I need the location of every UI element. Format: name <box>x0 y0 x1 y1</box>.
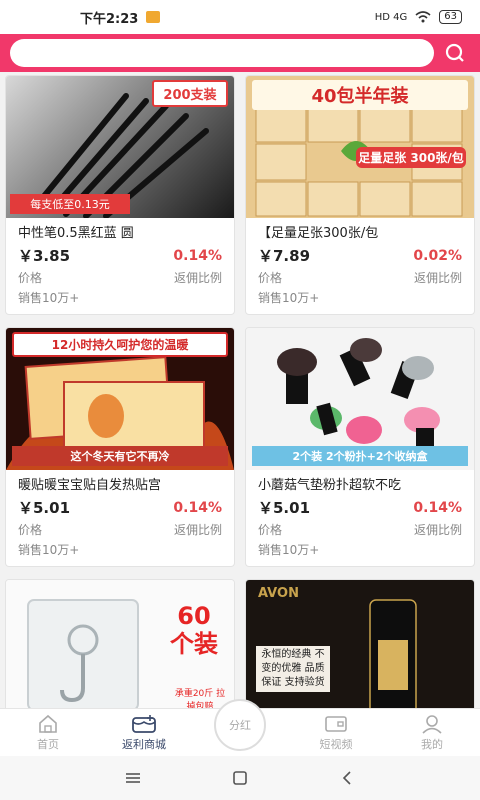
tab-profile[interactable]: 我的 <box>384 709 480 756</box>
product-card[interactable]: 12小时持久呵护您的温暖 这个冬天有它不再冷 暖贴暖宝宝贴自发热贴宫 ￥5.01… <box>5 327 235 567</box>
sales-count: 销售10万+ <box>258 291 320 305</box>
tab-rebate-mall[interactable]: 返利商城 <box>96 709 192 756</box>
video-icon <box>325 715 347 732</box>
product-price: ￥7.89 <box>258 247 311 265</box>
tab-short-video[interactable]: 短视频 <box>288 709 384 756</box>
price-label: 价格 <box>258 523 283 537</box>
product-title: 中性笔0.5黑红蓝 圆 <box>18 226 134 241</box>
home-icon <box>39 714 57 733</box>
image-badge: 40包半年装 <box>252 80 468 110</box>
product-image-heat-patch: 12小时持久呵护您的温暖 这个冬天有它不再冷 <box>6 328 234 470</box>
rate-label: 返佣比例 <box>413 271 462 285</box>
product-card[interactable]: 2个装 2个粉扑+2个收纳盒 小蘑菇气垫粉扑超软不吃 ￥5.01 0.14% 价… <box>245 327 475 567</box>
price-label: 价格 <box>18 523 43 537</box>
sales-count: 销售10万+ <box>18 291 80 305</box>
price-label: 价格 <box>18 271 43 285</box>
product-grid: 200支装 每支低至0.13元 中性笔0.5黑红蓝 圆 ￥3.85 0.14% … <box>0 72 480 708</box>
image-caption: 足量足张 300张/包 <box>356 147 466 168</box>
product-card[interactable]: 200支装 每支低至0.13元 中性笔0.5黑红蓝 圆 ￥3.85 0.14% … <box>5 75 235 315</box>
sales-count: 销售10万+ <box>258 543 320 557</box>
product-image-hooks: 60个装 承重20斤 拉掉包赔 <box>6 580 234 708</box>
product-image-pens: 200支装 每支低至0.13元 <box>6 76 234 218</box>
commission-rate: 0.14% <box>173 499 222 516</box>
tab-profile-label: 我的 <box>421 737 443 751</box>
search-button[interactable] <box>440 38 470 68</box>
recent-apps-button[interactable] <box>118 763 148 793</box>
back-button[interactable] <box>332 763 362 793</box>
menu-icon <box>126 773 141 783</box>
product-card[interactable]: 60个装 承重20斤 拉掉包赔 <box>5 579 235 708</box>
product-image-avon: AVON 永恒的经典 不变的优雅 品质保证 支持验货 <box>246 580 474 708</box>
network-indicator: HD 4G <box>374 11 408 23</box>
product-title: 暖贴暖宝宝贴自发热贴宫 <box>18 478 162 493</box>
brand-logo: AVON <box>258 586 299 601</box>
product-title: 【足量足张300张/包 <box>258 226 379 241</box>
status-bar: 下午2:23 HD 4G 63 <box>0 0 480 34</box>
search-input[interactable] <box>10 39 434 67</box>
sales-count: 销售10万+ <box>18 543 80 557</box>
product-title: 小蘑菇气垫粉扑超软不吃 <box>258 478 402 493</box>
system-nav-bar <box>0 756 480 800</box>
product-card[interactable]: 40包半年装 足量足张 300张/包 【足量足张300张/包 ￥7.89 0.0… <box>245 75 475 315</box>
image-caption: 承重20斤 拉掉包赔 <box>174 689 226 708</box>
dividend-button[interactable]: 分红 <box>214 699 266 751</box>
product-image-tissues: 40包半年装 足量足张 300张/包 <box>246 76 474 218</box>
home-button[interactable] <box>225 763 255 793</box>
tab-dividend-label: 分红 <box>229 719 251 732</box>
image-badge: 200支装 <box>152 80 228 107</box>
product-price: ￥5.01 <box>258 499 311 517</box>
commission-rate: 0.14% <box>173 247 222 264</box>
back-icon <box>342 771 351 785</box>
square-icon <box>233 771 247 785</box>
product-image-puffs: 2个装 2个粉扑+2个收纳盒 <box>246 328 474 470</box>
tab-home[interactable]: 首页 <box>0 709 96 756</box>
search-bar <box>0 34 480 72</box>
rate-label: 返佣比例 <box>413 523 462 537</box>
rate-label: 返佣比例 <box>173 523 222 537</box>
product-card[interactable]: AVON 永恒的经典 不变的优雅 品质保证 支持验货 <box>245 579 475 708</box>
search-icon <box>445 43 464 62</box>
shop-icon <box>132 714 156 733</box>
image-badge: 12小时持久呵护您的温暖 <box>12 332 228 357</box>
image-caption: 2个装 2个粉扑+2个收纳盒 <box>252 446 468 466</box>
commission-rate: 0.02% <box>413 247 462 264</box>
tab-home-label: 首页 <box>37 737 59 751</box>
notification-icon <box>146 11 161 23</box>
tab-dividend[interactable]: 分红 <box>192 699 288 756</box>
image-caption: 永恒的经典 不变的优雅 品质保证 支持验货 <box>256 646 330 692</box>
commission-rate: 0.14% <box>413 499 462 516</box>
tab-rebate-mall-label: 返利商城 <box>122 737 166 751</box>
product-price: ￥3.85 <box>18 247 71 265</box>
status-indicators: HD 4G 63 <box>375 10 462 24</box>
bottom-tab-bar: 首页 返利商城 分红 短视频 我的 <box>0 699 480 756</box>
product-price: ￥5.01 <box>18 499 71 517</box>
image-badge: 60个装 <box>170 602 218 658</box>
image-caption: 这个冬天有它不再冷 <box>12 446 228 466</box>
price-label: 价格 <box>258 271 283 285</box>
status-time: 下午2:23 <box>80 11 139 27</box>
tab-short-video-label: 短视频 <box>319 737 353 751</box>
rate-label: 返佣比例 <box>173 271 222 285</box>
image-caption: 每支低至0.13元 <box>10 194 130 214</box>
battery-icon: 63 <box>439 10 462 24</box>
user-icon <box>422 714 442 734</box>
wifi-icon <box>415 11 431 23</box>
